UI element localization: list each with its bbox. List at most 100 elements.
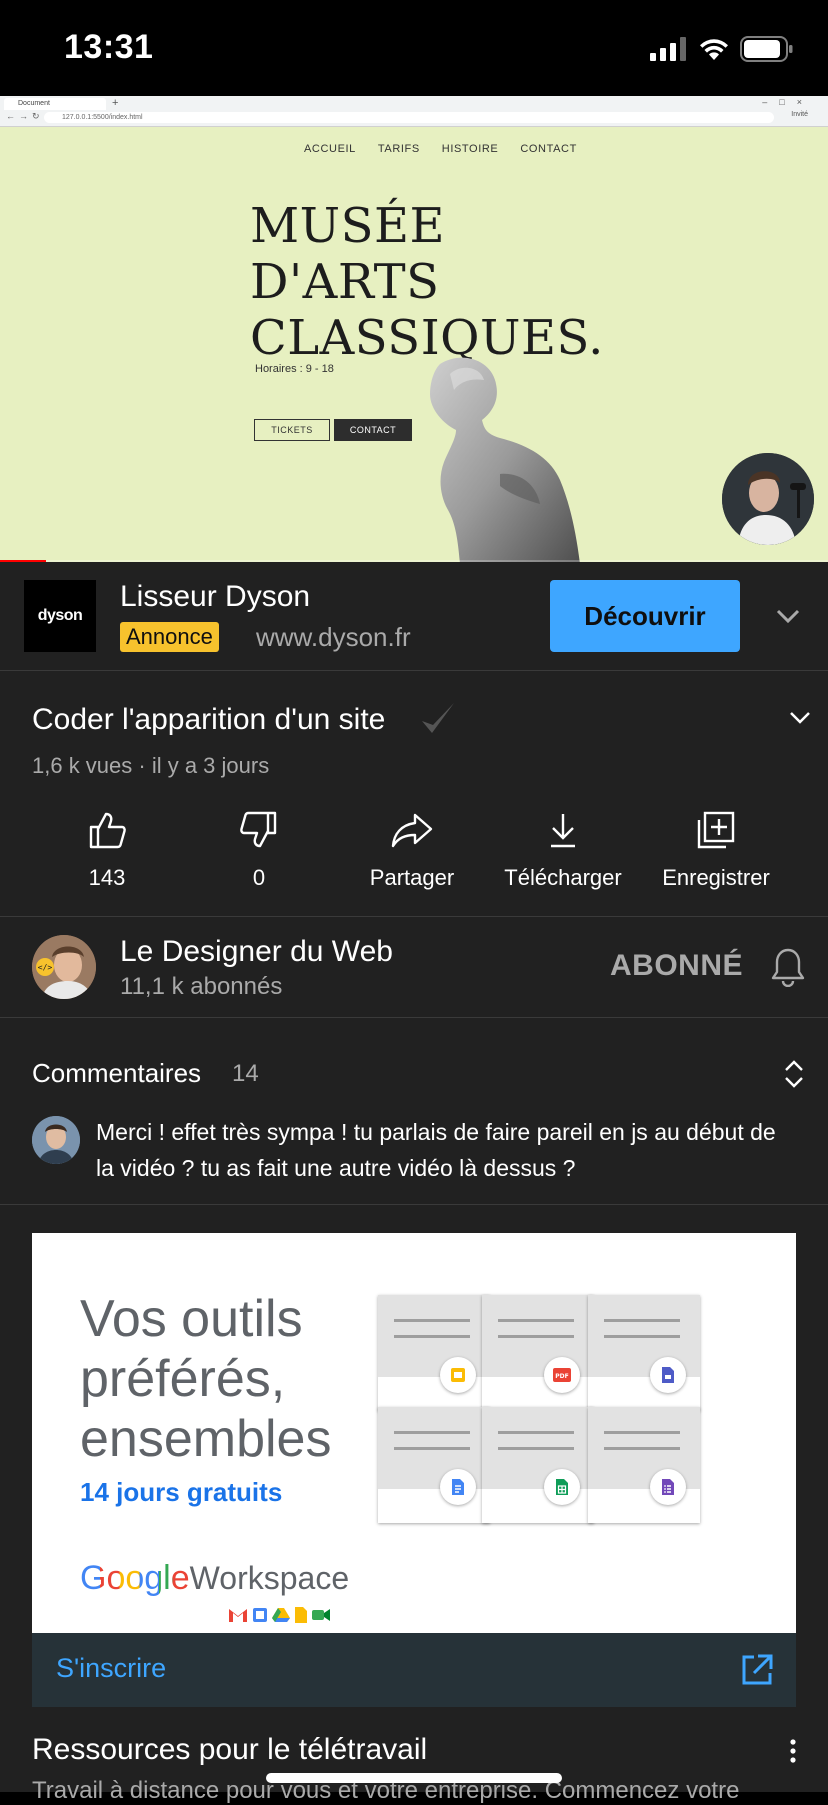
download-icon bbox=[551, 814, 575, 848]
svg-text:</>: </> bbox=[38, 963, 53, 972]
slides-icon bbox=[451, 1368, 465, 1382]
external-link-icon[interactable] bbox=[740, 1653, 774, 1687]
statue-image bbox=[430, 357, 580, 562]
site-contact-button: CONTACT bbox=[334, 419, 412, 441]
share-label: Partager bbox=[369, 865, 455, 890]
site-nav-item: TARIFS bbox=[377, 143, 420, 155]
docs-icon bbox=[452, 1479, 464, 1495]
discover-button[interactable]: Découvrir bbox=[550, 580, 740, 652]
site-hours: Horaires : 9 - 18 bbox=[255, 363, 334, 375]
check-icon bbox=[422, 703, 454, 733]
new-tab-icon: + bbox=[112, 97, 119, 109]
dislike-count: 0 bbox=[252, 865, 266, 890]
meet-icon bbox=[312, 1609, 330, 1621]
channel-row[interactable]: </> Le Designer du Web 11,1 k abonnés AB… bbox=[0, 917, 828, 1018]
chevron-down-icon[interactable] bbox=[788, 705, 812, 729]
forms-icon bbox=[662, 1479, 674, 1495]
expand-collapse-icon[interactable] bbox=[780, 1058, 808, 1090]
comments-section[interactable]: Commentaires 14 Merci ! effet très sympa… bbox=[0, 1018, 828, 1205]
save-button[interactable]: Enregistrer bbox=[640, 807, 792, 891]
site-nav-item: CONTACT bbox=[520, 143, 577, 155]
advertiser-logo: dyson bbox=[24, 580, 96, 652]
channel-name[interactable]: Le Designer du Web bbox=[120, 935, 393, 969]
comments-count: 14 bbox=[232, 1060, 259, 1087]
download-button[interactable]: Télécharger bbox=[487, 807, 639, 891]
workspace-wordmark: Workspace bbox=[189, 1560, 350, 1596]
browser-profile: Invité bbox=[791, 111, 808, 118]
video-info: Coder l'apparition d'un site 1,6 k vues … bbox=[0, 671, 828, 917]
gmail-icon bbox=[229, 1609, 247, 1622]
pdf-icon: PDF bbox=[553, 1368, 571, 1382]
download-label: Télécharger bbox=[504, 865, 622, 890]
subscriber-count: 11,1 k abonnés bbox=[120, 973, 283, 1000]
comment-text: Merci ! effet très sympa ! tu parlais de… bbox=[96, 1119, 776, 1181]
document-icon bbox=[662, 1367, 674, 1383]
thumbs-up-icon bbox=[89, 812, 126, 849]
docs-tile bbox=[378, 1407, 490, 1523]
video-player[interactable]: Document + ←→↻ 127.0.0.1:5500/index.html… bbox=[0, 96, 828, 562]
status-time: 13:31 bbox=[64, 28, 154, 66]
calendar-icon bbox=[253, 1608, 267, 1622]
ad-resource-title[interactable]: Ressources pour le télétravail bbox=[32, 1733, 427, 1767]
ad-banner[interactable]: dyson Lisseur Dyson Annonce www.dyson.fr… bbox=[0, 562, 828, 671]
ad-title: Lisseur Dyson bbox=[120, 580, 311, 613]
forms-list-tile bbox=[588, 1407, 700, 1523]
browser-url: 127.0.0.1:5500/index.html bbox=[44, 112, 774, 123]
ad-headline-line: préférés, bbox=[80, 1350, 286, 1408]
share-icon bbox=[391, 813, 433, 848]
google-workspace-ad[interactable]: Vos outils préférés, ensembles 14 jours … bbox=[0, 1205, 828, 1804]
google-wordmark: Google bbox=[80, 1559, 190, 1597]
home-indicator[interactable] bbox=[266, 1773, 562, 1783]
site-title: MUSÉE D'ARTS CLASSIQUES. bbox=[250, 198, 604, 366]
site-tickets-button: TICKETS bbox=[254, 419, 330, 441]
pdf-tile: PDF bbox=[482, 1295, 594, 1411]
comments-title: Commentaires bbox=[32, 1058, 202, 1088]
dislike-button[interactable]: 0 bbox=[183, 807, 335, 891]
save-to-playlist-icon bbox=[697, 811, 735, 849]
like-button[interactable]: 143 bbox=[31, 807, 183, 891]
more-options-icon[interactable] bbox=[786, 1737, 800, 1765]
browser-nav-icons: ←→↻ bbox=[6, 111, 44, 121]
site-title-line: MUSÉE bbox=[250, 198, 446, 254]
ad-headline-line: Vos outils bbox=[80, 1290, 303, 1348]
workspace-app-icons bbox=[228, 1607, 330, 1623]
drive-icon bbox=[272, 1608, 290, 1622]
status-icons bbox=[650, 36, 794, 62]
svg-text:PDF: PDF bbox=[555, 1373, 568, 1380]
browser-tab: Document bbox=[4, 98, 106, 110]
signup-bar[interactable]: S'inscrire bbox=[32, 1633, 796, 1707]
site-nav-item: ACCUEIL bbox=[304, 143, 356, 155]
like-count: 143 bbox=[88, 865, 126, 890]
subscribed-button[interactable]: ABONNÉ bbox=[610, 949, 743, 983]
site-nav: ACCUEIL TARIFS HISTOIRE CONTACT bbox=[304, 143, 577, 155]
google-workspace-logo: Google Workspace bbox=[80, 1559, 349, 1598]
forms-tile bbox=[588, 1295, 700, 1411]
bell-icon[interactable] bbox=[770, 947, 806, 987]
site-nav-item: HISTOIRE bbox=[441, 143, 499, 155]
slides-tile bbox=[378, 1295, 490, 1411]
ad-url: www.dyson.fr bbox=[256, 622, 411, 652]
share-button[interactable]: Partager bbox=[336, 807, 488, 891]
ad-headline: Vos outils préférés, ensembles bbox=[80, 1289, 331, 1469]
video-title[interactable]: Coder l'apparition d'un site bbox=[32, 703, 385, 737]
sheets-icon bbox=[556, 1479, 568, 1495]
window-controls-icon: –□× bbox=[762, 97, 814, 107]
docs-icon bbox=[295, 1607, 307, 1623]
battery-icon bbox=[740, 36, 793, 62]
channel-avatar[interactable]: </> bbox=[32, 935, 96, 999]
browser-chrome: Document + ←→↻ 127.0.0.1:5500/index.html… bbox=[0, 96, 828, 127]
presenter-webcam-image bbox=[722, 453, 814, 545]
sheets-tile bbox=[482, 1407, 594, 1523]
ad-headline-line: ensembles bbox=[80, 1410, 332, 1468]
ad-offer: 14 jours gratuits bbox=[80, 1477, 283, 1507]
thumbs-down-icon bbox=[240, 811, 277, 848]
video-meta: 1,6 k vues · il y a 3 jours bbox=[32, 753, 270, 778]
wifi-icon bbox=[700, 39, 728, 60]
signup-link[interactable]: S'inscrire bbox=[56, 1653, 166, 1684]
chevron-down-icon[interactable] bbox=[774, 602, 802, 630]
status-bar: 13:31 bbox=[0, 0, 828, 96]
site-title-line: D'ARTS bbox=[250, 254, 440, 310]
ad-badge: Annonce bbox=[120, 622, 219, 652]
ad-card[interactable]: Vos outils préférés, ensembles 14 jours … bbox=[32, 1233, 796, 1633]
cellular-signal-icon bbox=[650, 37, 686, 61]
